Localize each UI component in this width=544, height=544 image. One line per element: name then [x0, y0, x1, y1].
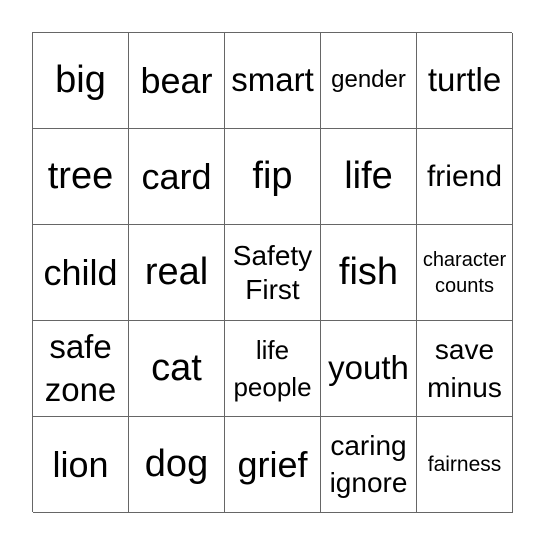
bingo-cell[interactable]: safe zone: [33, 321, 129, 417]
bingo-board: big bear smart gender turtle tree card f…: [32, 32, 513, 513]
bingo-cell[interactable]: smart: [225, 33, 321, 129]
bingo-cell[interactable]: Safety First: [225, 225, 321, 321]
bingo-cell[interactable]: save minus: [417, 321, 513, 417]
bingo-cell[interactable]: caring ignore: [321, 417, 417, 513]
bingo-cell[interactable]: turtle: [417, 33, 513, 129]
bingo-cell[interactable]: friend: [417, 129, 513, 225]
bingo-cell[interactable]: big: [33, 33, 129, 129]
bingo-cell[interactable]: real: [129, 225, 225, 321]
bingo-cell[interactable]: lion: [33, 417, 129, 513]
bingo-cell[interactable]: fish: [321, 225, 417, 321]
bingo-cell[interactable]: card: [129, 129, 225, 225]
bingo-cell[interactable]: bear: [129, 33, 225, 129]
bingo-cell[interactable]: character counts: [417, 225, 513, 321]
bingo-cell[interactable]: youth: [321, 321, 417, 417]
bingo-cell[interactable]: life: [321, 129, 417, 225]
bingo-cell[interactable]: fip: [225, 129, 321, 225]
bingo-cell[interactable]: dog: [129, 417, 225, 513]
bingo-cell[interactable]: grief: [225, 417, 321, 513]
bingo-cell[interactable]: life people: [225, 321, 321, 417]
bingo-cell[interactable]: child: [33, 225, 129, 321]
bingo-cell[interactable]: tree: [33, 129, 129, 225]
bingo-cell[interactable]: gender: [321, 33, 417, 129]
bingo-cell[interactable]: cat: [129, 321, 225, 417]
bingo-cell[interactable]: fairness: [417, 417, 513, 513]
